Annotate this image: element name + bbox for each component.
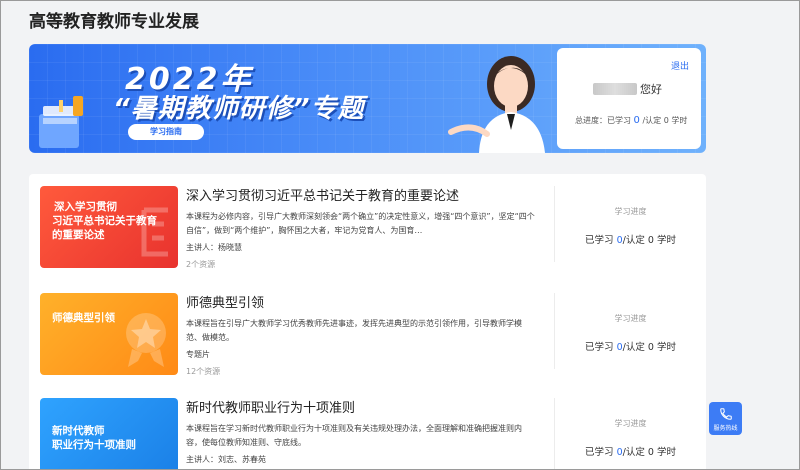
course-thumbnail[interactable]: 深入学习贯彻 习近平总书记关于教育 的重要论述 (40, 186, 178, 268)
thumb-title-line: 师德典型引领 (52, 312, 115, 324)
progress-separator: /认定 (622, 342, 645, 353)
divider (554, 398, 555, 469)
decorative-glyph-icon (141, 207, 168, 257)
divider (554, 293, 555, 369)
promo-banner[interactable]: 2022年 “暑期教师研修”专题 学习指南 退出 您好 总进度：已学习 0 /认… (29, 44, 706, 153)
total-certified-value: 0 (663, 116, 669, 125)
divider (554, 186, 555, 262)
total-progress: 总进度：已学习 0 /认定 0 学时 (575, 115, 687, 126)
course-lecturer: 主讲人：刘志、苏春苑 (186, 455, 266, 464)
certified-value: 0 (647, 447, 654, 458)
certified-value: 0 (647, 342, 654, 353)
books-illustration-icon (39, 96, 83, 148)
progress-separator: /认定 (622, 235, 645, 246)
course-resources-count: 12个资源 (186, 367, 221, 376)
course-item[interactable]: 深入学习贯彻 习近平总书记关于教育 的重要论述 深入学习贯彻习近平总书记关于教育… (29, 174, 706, 274)
course-description: 本课程旨在引导广大教师学习优秀教师先进事迹，发挥先进典型的示范引领作用，引导教师… (186, 319, 522, 342)
course-thumbnail[interactable]: 师德典型引领 (40, 293, 178, 375)
service-hotline-label: 服务热线 (713, 425, 738, 432)
page-title: 高等教育教师专业发展 (29, 12, 199, 32)
course-list: 深入学习贯彻 习近平总书记关于教育 的重要论述 深入学习贯彻习近平总书记关于教育… (29, 174, 706, 469)
course-item[interactable]: 师德典型引领 师德典型引领 本课程旨在引导广大教师学习优秀教师先进事迹，发挥先进… (29, 281, 706, 381)
thumb-title-line: 新时代教师 (52, 425, 105, 437)
medal-decoration-icon (126, 313, 166, 367)
thumb-title-line: 职业行为十项准则 (52, 439, 136, 451)
thumb-title-line: 的重要论述 (52, 229, 105, 241)
course-type: 专题片 (186, 350, 210, 359)
study-guide-button[interactable]: 学习指南 (128, 124, 204, 140)
progress-prefix: 已学习 (585, 447, 614, 458)
course-progress: 已学习 0/认定 0 学时 (555, 444, 706, 458)
course-lecturer: 主讲人：杨晓慧 (186, 243, 242, 252)
service-hotline-button[interactable]: 服务热线 (709, 402, 742, 435)
course-title[interactable]: 新时代教师职业行为十项准则 (186, 397, 355, 416)
logout-link[interactable]: 退出 (671, 59, 689, 72)
course-description: 本课程旨在学习新时代教师职业行为十项准则及有关违规处理办法，全面理解和准确把握准… (186, 424, 522, 447)
course-title[interactable]: 深入学习贯彻习近平总书记关于教育的重要论述 (186, 185, 459, 204)
course-progress: 已学习 0/认定 0 学时 (555, 339, 706, 353)
progress-prefix: 已学习 (585, 342, 614, 353)
banner-topic: “暑期教师研修”专题 (113, 94, 365, 124)
progress-label: 学习进度 (614, 419, 647, 428)
course-description: 本课程为必修内容，引导广大教师深刻领会“两个确立”的决定性意义，增强“四个意识”… (186, 212, 535, 235)
total-progress-prefix: 总进度：已学习 (575, 116, 631, 125)
progress-unit: 学时 (656, 235, 676, 246)
progress-prefix: 已学习 (585, 235, 614, 246)
progress-unit: 学时 (656, 447, 676, 458)
progress-label: 学习进度 (614, 207, 647, 216)
course-title[interactable]: 师德典型引领 (186, 292, 264, 311)
teacher-figure-illustration (448, 56, 545, 153)
course-item[interactable]: 新时代教师 职业行为十项准则 新时代教师职业行为十项准则 本课程旨在学习新时代教… (29, 386, 706, 469)
page-frame: 高等教育教师专业发展 2022年 “暑期教师研修”专题 学习指南 退出 您好 总… (0, 0, 800, 470)
greeting-text: 您好 (640, 83, 662, 96)
total-separator: /认定 (639, 116, 662, 125)
total-unit: 学时 (671, 116, 688, 125)
course-progress: 已学习 0/认定 0 学时 (555, 232, 706, 246)
thumb-title-line: 深入学习贯彻 (54, 201, 117, 213)
progress-unit: 学时 (656, 342, 676, 353)
course-resources-count: 2个资源 (186, 260, 216, 269)
phone-icon (720, 408, 732, 420)
user-card: 退出 您好 总进度：已学习 0 /认定 0 学时 (557, 48, 701, 149)
progress-label: 学习进度 (614, 314, 647, 323)
progress-separator: /认定 (622, 447, 645, 458)
course-thumbnail[interactable]: 新时代教师 职业行为十项准则 (40, 398, 178, 469)
certified-value: 0 (647, 235, 654, 246)
username-redacted (593, 83, 637, 95)
